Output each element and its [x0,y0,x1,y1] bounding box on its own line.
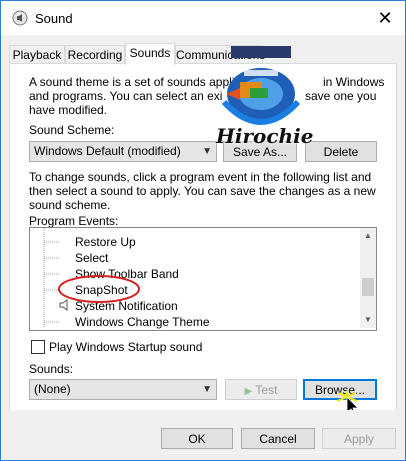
scroll-up-icon[interactable]: ▲ [360,228,376,244]
sound-dialog: Sound ✕ Playback Recording Sounds Commun… [0,0,406,461]
window-title: Sound [35,11,73,26]
highlight-circle-annotation [58,275,140,303]
instructions-line-1: To change sounds, click a program event … [29,170,372,184]
sound-scheme-label: Sound Scheme: [29,123,115,137]
tab-playback[interactable]: Playback [9,45,65,64]
sound-scheme-select[interactable]: Windows Default (modified) ▼ [29,141,217,162]
list-item[interactable]: Restore Up [75,234,136,250]
program-events-label: Program Events: [29,214,119,228]
scroll-thumb[interactable] [362,278,374,296]
sounds-select[interactable]: (None) ▼ [29,379,217,400]
sounds-value: (None) [34,382,71,396]
play-icon: ▶ [244,386,253,397]
list-scrollbar[interactable]: ▲ ▼ [360,228,376,328]
close-button[interactable]: ✕ [371,5,399,31]
intro-line-3: have modified. [29,103,108,117]
speaker-icon [12,10,28,26]
test-button[interactable]: ▶ Test [225,379,297,400]
test-button-label: Test [255,383,278,397]
ok-button[interactable]: OK [161,428,233,449]
intro-line-1-end: in Windows [323,75,385,89]
sound-scheme-value: Windows Default (modified) [34,144,181,158]
intro-line-2: and programs. You can select an exi [29,89,223,103]
sounds-label: Sounds: [29,362,74,376]
list-item[interactable]: Windows Change Theme [75,314,210,330]
tab-sounds[interactable]: Sounds [125,43,175,65]
watermark-brand: Hirochie [216,124,314,148]
instructions-line-2: then select a sound to apply. You can sa… [29,184,376,198]
apply-button[interactable]: Apply [322,428,396,449]
tab-recording[interactable]: Recording [65,45,125,64]
title-bar: Sound ✕ [1,1,405,35]
instructions-line-3: sound scheme. [29,198,111,212]
scroll-down-icon[interactable]: ▼ [360,312,376,328]
program-events-list[interactable]: Restore Up Select Show Toolbar Band Snap… [29,227,377,331]
startup-sound-label: Play Windows Startup sound [49,340,203,354]
list-item[interactable]: Select [75,250,108,266]
watermark-logo: Hirochie [206,46,316,176]
startup-sound-checkbox[interactable] [31,340,45,354]
cancel-button[interactable]: Cancel [241,428,315,449]
chevron-down-icon: ▼ [202,384,212,395]
